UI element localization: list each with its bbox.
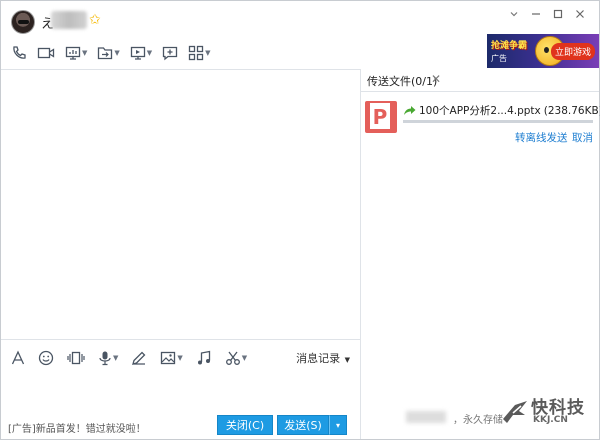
bottom-bar: [广告]新品首发！错过就没啦！ 关闭(C) 发送(S) ▾	[1, 407, 360, 439]
send-options-button[interactable]: ▾	[329, 415, 347, 435]
tab-file-transfer[interactable]: 传送文件(0/1)	[367, 73, 437, 89]
chevron-down-icon[interactable]: ▼	[82, 49, 87, 57]
avatar[interactable]	[11, 10, 35, 34]
maximize-button[interactable]	[547, 5, 569, 23]
ad-play-button[interactable]: 立即游戏	[550, 43, 595, 60]
scissors-icon[interactable]: ▼	[223, 348, 249, 368]
close-icon[interactable]: ✕	[431, 72, 441, 86]
top-toolbar: ▼ ▼ ▼ ▼	[9, 43, 213, 63]
close-button[interactable]: 关闭(C)	[217, 415, 273, 435]
chevron-down-icon[interactable]: ▼	[147, 49, 152, 57]
message-history-label: 消息记录	[296, 352, 341, 365]
chat-window: え ✩ ▼ ▼ ▼ ▼ 抢滩争霸 广告 立即游戏 ▼ ▼ ▼ 消息记录 ▼ [广…	[0, 0, 600, 440]
input-toolbar: ▼ ▼ ▼ 消息记录 ▼	[1, 339, 360, 373]
transfer-progress-bar	[403, 120, 593, 123]
close-window-button[interactable]	[569, 5, 591, 23]
add-chat-icon[interactable]	[160, 43, 180, 63]
minimize-button[interactable]	[525, 5, 547, 23]
file-transfer-panel: 传送文件(0/1) ✕ 100个APP分析2...4.pptx (238.76K…	[361, 69, 600, 439]
file-size: (238.76KB)	[543, 104, 600, 117]
watermark-domain: KKJ.CN	[533, 415, 568, 425]
remote-desktop-icon[interactable]: ▼	[128, 43, 154, 63]
message-input[interactable]	[1, 373, 360, 407]
music-icon[interactable]	[194, 348, 214, 368]
ad-banner-tag: 广告	[491, 54, 507, 63]
cancel-transfer-link[interactable]: 取消	[572, 130, 593, 145]
bottom-ad-link[interactable]: [广告]新品首发！错过就没啦！	[8, 420, 146, 435]
send-button[interactable]: 发送(S)	[277, 415, 329, 435]
chevron-down-icon[interactable]: ▼	[113, 354, 118, 362]
video-call-icon[interactable]	[35, 43, 57, 63]
pen-icon[interactable]	[129, 348, 149, 368]
phone-icon[interactable]	[9, 43, 29, 63]
watermark-logo: 快科技 KKJ.CN	[501, 393, 597, 433]
emoji-icon[interactable]	[36, 348, 56, 368]
star-icon[interactable]: ✩	[89, 12, 101, 28]
dropdown-menu-button[interactable]	[503, 5, 525, 23]
ad-banner-title: 抢滩争霸	[491, 41, 528, 51]
file-info: 100个APP分析2...4.pptx (238.76KB)	[403, 103, 600, 118]
tab-divider	[361, 91, 599, 92]
shake-icon[interactable]	[65, 348, 87, 368]
font-icon[interactable]	[9, 348, 27, 368]
nickname-redaction	[51, 11, 87, 29]
game-ad-banner[interactable]: 抢滩争霸 广告 立即游戏	[487, 34, 599, 68]
file-transfer-icon[interactable]: ▼	[95, 43, 121, 63]
file-name: 100个APP分析2...4.pptx	[419, 105, 541, 117]
message-history-area[interactable]	[1, 69, 360, 339]
voice-icon[interactable]: ▼	[96, 348, 120, 368]
apps-grid-icon[interactable]: ▼	[186, 43, 212, 63]
window-controls	[503, 5, 591, 23]
send-offline-link[interactable]: 转离线发送	[515, 130, 568, 145]
panel-footer-text: ，永久存储	[453, 415, 503, 426]
footer-redaction	[406, 411, 446, 423]
chevron-down-icon[interactable]: ▼	[205, 49, 210, 57]
screen-share-icon[interactable]: ▼	[63, 43, 89, 63]
bird-logo-icon	[503, 401, 527, 423]
chevron-down-icon[interactable]: ▼	[177, 354, 182, 362]
message-history-button[interactable]: 消息记录 ▼	[296, 350, 350, 366]
chevron-down-icon[interactable]: ▼	[114, 49, 119, 57]
chevron-down-icon: ▼	[344, 356, 350, 364]
powerpoint-file-icon	[365, 101, 397, 133]
image-icon[interactable]: ▼	[158, 348, 184, 368]
chevron-down-icon[interactable]: ▼	[242, 354, 247, 362]
upload-arrow-icon	[404, 105, 416, 115]
